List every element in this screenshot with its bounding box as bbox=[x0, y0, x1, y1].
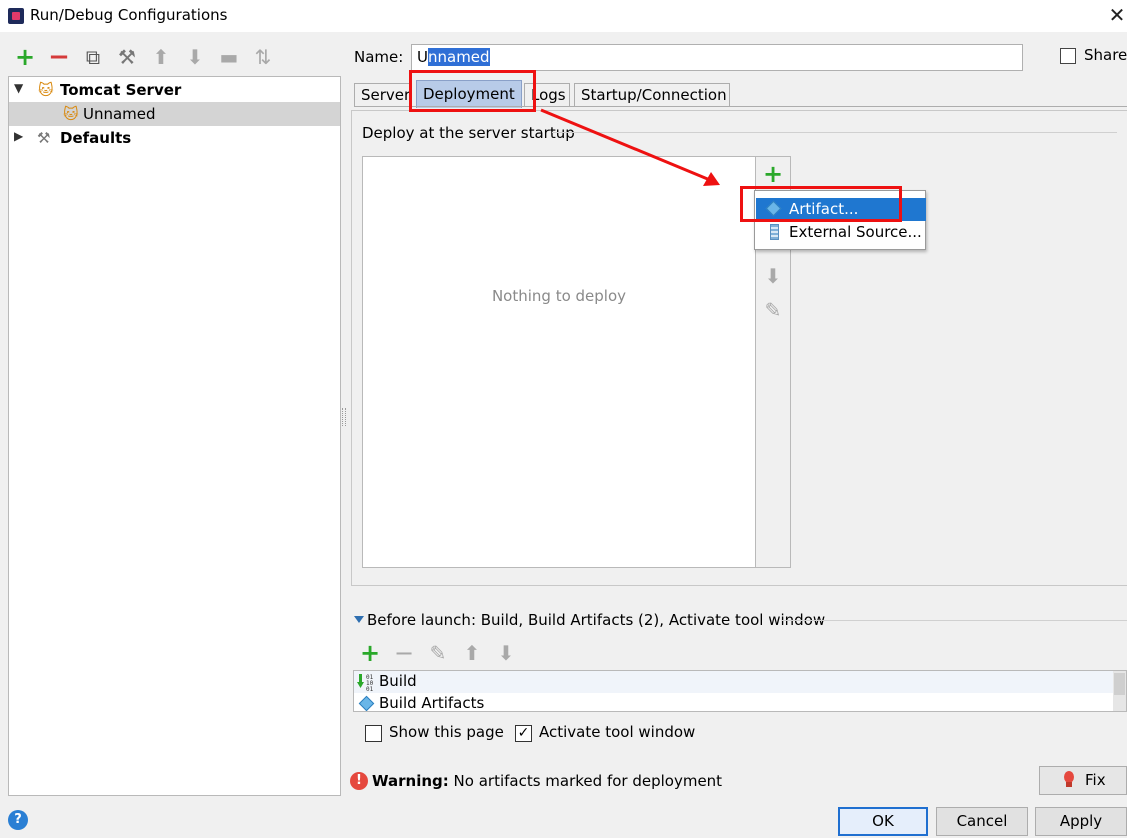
activate-tool-window-checkbox[interactable]: ✓ bbox=[515, 725, 532, 742]
before-launch-divider bbox=[782, 620, 1127, 621]
edit-task-icon[interactable]: ✎ bbox=[427, 642, 449, 664]
list-item-label: Build Artifacts bbox=[379, 694, 485, 712]
apply-button[interactable]: Apply bbox=[1035, 807, 1127, 836]
remove-task-icon[interactable]: − bbox=[393, 641, 415, 665]
show-this-page-checkbox[interactable] bbox=[365, 725, 382, 742]
list-item-label: Build bbox=[379, 672, 417, 690]
collapse-triangle-icon[interactable] bbox=[354, 616, 364, 623]
before-launch-list[interactable]: 01 10 01 Build Build Artifacts bbox=[353, 670, 1127, 712]
move-down-icon[interactable]: ⬇ bbox=[495, 642, 517, 664]
add-task-icon[interactable]: + bbox=[359, 641, 381, 665]
warning-bold-label: Warning: bbox=[372, 772, 449, 790]
activate-tool-window-label: Activate tool window bbox=[539, 723, 696, 741]
scrollbar-thumb[interactable] bbox=[1114, 673, 1125, 695]
warning-text: No artifacts marked for deployment bbox=[453, 772, 723, 790]
warning-icon: ! bbox=[350, 772, 368, 790]
ok-button[interactable]: OK bbox=[838, 807, 928, 836]
show-this-page-label: Show this page bbox=[389, 723, 504, 741]
svg-text:01: 01 bbox=[366, 686, 374, 691]
artifact-icon bbox=[358, 695, 375, 711]
list-item[interactable]: 01 10 01 Build bbox=[354, 671, 1114, 693]
fix-button[interactable]: Fix bbox=[1039, 766, 1127, 795]
cancel-button[interactable]: Cancel bbox=[936, 807, 1028, 836]
fix-button-label: Fix bbox=[1085, 771, 1106, 789]
move-up-icon[interactable]: ⬆ bbox=[461, 642, 483, 664]
list-item[interactable]: Build Artifacts bbox=[354, 693, 1114, 712]
lightbulb-icon bbox=[1064, 771, 1074, 787]
warning-message: Warning: No artifacts marked for deploym… bbox=[372, 772, 722, 790]
build-icon: 01 10 01 bbox=[357, 674, 374, 691]
help-icon[interactable]: ? bbox=[8, 810, 28, 830]
before-launch-label[interactable]: Before launch: Build, Build Artifacts (2… bbox=[367, 611, 825, 629]
annotation-arrow bbox=[540, 108, 720, 186]
